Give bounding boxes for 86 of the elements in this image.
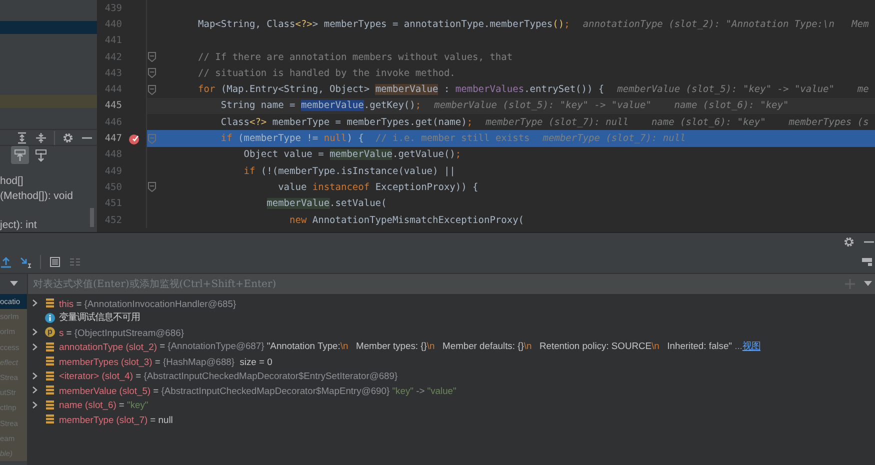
variable-name: s [59, 326, 64, 338]
code-line: // If there are annotation members without values, that [198, 52, 513, 63]
inline-value-hint: memberValue (slot_5): "key" -> "value" name (slot_6): "key" [434, 100, 789, 112]
step-out-icon[interactable] [0, 256, 12, 268]
dropdown-icon[interactable] [10, 281, 18, 287]
code-line: memberValue.setValue( [266, 198, 387, 210]
field-icon [45, 370, 55, 381]
variable-value: = {AnnotationInvocationHandler@685} [75, 298, 236, 309]
line-number: 451 [104, 198, 122, 210]
field-icon [45, 385, 55, 396]
line-number: 452 [104, 214, 122, 226]
variable-row[interactable]: <iterator> (slot_4) = {AbstractInputCheckedMapDecorator$EntrySetIterator@689} [28, 368, 875, 383]
field-icon [45, 400, 55, 410]
code-line: for (Map.Entry<String, Object> memberValue : memberValues.entrySet()) { [198, 84, 604, 96]
code-line: // situation is handled by the invoke method. [198, 68, 456, 79]
variable-value: = {AbstractInputCheckedMapDecorator$MapEntry@690} "key" -> "value" [152, 384, 456, 396]
settings-icon[interactable] [843, 236, 855, 248]
inline-value-hint: memberValue (slot_5): "key" -> "value" me [617, 84, 869, 96]
method-signature[interactable]: (Method[]): void [0, 188, 97, 203]
line-number: 448 [104, 149, 122, 160]
inline-value-hint: memberType (slot_7): null name (slot_6): "key" memberTypes (s [486, 116, 869, 128]
code-line: Object value = memberValue.getValue(); [242, 149, 462, 160]
fold-marker-icon[interactable] [148, 134, 156, 144]
method-signature[interactable]: ject): int [0, 218, 97, 232]
variable-value: = {HashMap@688} size = 0 [154, 356, 272, 367]
line-number: 443 [104, 68, 122, 79]
method-signature[interactable]: hod[] [0, 174, 97, 188]
field-icon [45, 356, 55, 366]
variable-row[interactable]: memberValue (slot_5) = {AbstractInputCheckedMapDecorator$MapEntry@690} "key" -> "value" [28, 383, 875, 398]
variable-row[interactable]: name (slot_6) = "key" [28, 398, 875, 412]
collapse-all-icon[interactable] [35, 132, 47, 144]
line-number: 439 [104, 2, 122, 14]
fold-marker-icon[interactable] [148, 182, 156, 192]
variable-row[interactable]: p s = {ObjectInputStream@686} [28, 325, 875, 340]
variable-row[interactable]: 变量调试信息不可用 [28, 310, 875, 325]
fold-marker-icon[interactable] [148, 68, 156, 78]
run-to-cursor-icon[interactable] [20, 256, 32, 268]
line-number: 450 [104, 182, 122, 193]
field-icon [45, 298, 55, 308]
inline-value-hint: memberType (slot_7): null [542, 133, 686, 144]
field-icon [45, 414, 55, 424]
fold-marker-icon[interactable] [148, 84, 156, 95]
variable-name: <iterator> (slot_4) [59, 370, 133, 382]
list-icon[interactable] [49, 256, 61, 268]
variable-row[interactable]: annotationType (slot_2) = {AnnotationType@687} "Annotation Type:\n Member types: {}\n Member defaults: {}\n Retention policy: SOURCE\n Inherited: false" ...视图 [28, 340, 875, 354]
variable-name: annotationType (slot_2) [59, 341, 157, 352]
fold-marker-icon[interactable] [148, 52, 156, 62]
line-number: 445 [104, 100, 122, 112]
line-number: 449 [104, 166, 122, 177]
line-number: 440 [104, 18, 122, 30]
variable-name: memberValue (slot_5) [59, 384, 151, 396]
variable-value: = {AnnotationType@687} "Annotation Type:\n Member types: {}\n Member defaults: {}\n Retention policy: SOURCE\n Inherited: false" ...视图 [158, 340, 760, 354]
code-line: if (!(memberType.isInstance(value) || [242, 166, 456, 177]
settings-icon[interactable] [62, 132, 74, 144]
variable-name: memberTypes (slot_3) [59, 356, 152, 367]
field-icon [45, 342, 55, 352]
variable-row[interactable]: this = {AnnotationInvocationHandler@685} [28, 296, 875, 310]
line-number: 444 [104, 84, 122, 96]
info-message: 变量调试信息不可用 [59, 311, 140, 324]
code-line: String name = memberValue.getKey(); [220, 100, 422, 112]
variable-row[interactable]: memberTypes (slot_3) = {HashMap@688} size = 0 [28, 354, 875, 368]
variable-name: name (slot_6) [59, 399, 116, 410]
layout-icon[interactable] [861, 256, 873, 268]
variable-value: = "key" [118, 399, 148, 410]
scroll-from-source-icon[interactable] [11, 146, 29, 164]
inline-value-hint: annotationType (slot_2): "Annotation Type:\n Mem [582, 18, 869, 30]
info-icon [45, 312, 55, 323]
breakpoint-icon[interactable] [128, 132, 140, 145]
line-number: 442 [104, 52, 122, 63]
variable-name: this [59, 298, 74, 309]
code-line: Map<String, Class<?>> memberTypes = annotationType.memberTypes(); [198, 18, 570, 30]
line-number: 447 [104, 133, 122, 144]
dropdown-icon[interactable] [864, 281, 872, 287]
line-number: 441 [104, 35, 122, 46]
variable-value: = {AbstractInputCheckedMapDecorator$EntrySetIterator@689} [134, 370, 398, 382]
expand-all-icon[interactable] [16, 132, 28, 144]
code-line: value instanceof ExceptionProxy)) { [277, 182, 478, 193]
parameter-badge: p [45, 327, 55, 338]
code-line: if (memberType != null) { // i.e. member still exists [220, 133, 530, 144]
variable-value: = null [149, 414, 173, 425]
variable-row[interactable]: memberType (slot_7) = null [28, 412, 875, 426]
variable-name: memberType (slot_7) [59, 414, 148, 425]
code-line: new AnnotationTypeMismatchExceptionProxy( [288, 214, 524, 226]
line-number: 446 [104, 116, 122, 128]
variable-value: = {ObjectInputStream@686} [65, 326, 184, 338]
code-line: Class<?> memberType = memberTypes.get(name); [220, 116, 473, 128]
